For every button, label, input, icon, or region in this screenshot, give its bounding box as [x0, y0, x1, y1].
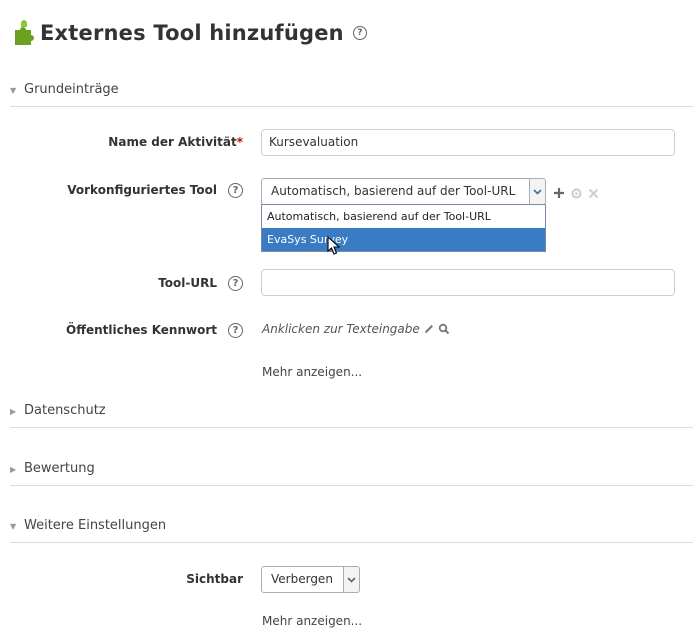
public-key-label: Öffentliches Kennwort — [66, 323, 217, 337]
dropdown-option-evasys[interactable]: EvaSys Survey — [262, 228, 545, 251]
page-header: Externes Tool hinzufügen ? — [12, 18, 367, 48]
section-privacy[interactable]: ▶ Datenschutz — [10, 403, 693, 428]
page-title: Externes Tool hinzufügen — [40, 21, 344, 45]
help-circle-icon[interactable]: ? — [228, 323, 243, 338]
chevron-down-icon[interactable] — [343, 567, 359, 592]
activity-name-input[interactable]: Kursevaluation — [261, 129, 675, 156]
activity-name-value: Kursevaluation — [269, 135, 359, 149]
section-general[interactable]: ▼ Grundeinträge — [10, 82, 693, 107]
section-general-label: Grundeinträge — [24, 82, 119, 97]
required-marker: * — [236, 135, 243, 149]
preconfigured-tool-select[interactable]: Automatisch, basierend auf der Tool-URL — [261, 178, 546, 205]
preconfigured-tool-dropdown[interactable]: Automatisch, basierend auf der Tool-URL … — [261, 204, 546, 252]
help-circle-icon[interactable]: ? — [352, 26, 367, 40]
pencil-icon[interactable] — [423, 323, 435, 335]
preconfigured-tool-selected: Automatisch, basierend auf der Tool-URL — [271, 184, 516, 198]
help-circle-icon[interactable]: ? — [228, 183, 243, 198]
expand-triangle-icon: ▶ — [10, 465, 17, 474]
collapse-triangle-icon: ▼ — [10, 522, 17, 531]
public-key-value: Anklicken zur Texteingabe — [262, 322, 420, 336]
show-more-link[interactable]: Mehr anzeigen... — [262, 614, 362, 628]
section-privacy-label: Datenschutz — [24, 403, 106, 418]
section-more-settings-label: Weitere Einstellungen — [24, 518, 167, 533]
visible-select[interactable]: Verbergen — [261, 566, 360, 593]
tool-url-label: Tool-URL — [158, 276, 217, 290]
show-more-link[interactable]: Mehr anzeigen... — [262, 365, 362, 379]
tool-url-input[interactable] — [261, 269, 675, 296]
expand-triangle-icon: ▶ — [10, 407, 17, 416]
section-grading[interactable]: ▶ Bewertung — [10, 461, 693, 486]
visible-label: Sichtbar — [186, 572, 243, 586]
gear-icon[interactable] — [571, 188, 582, 199]
visible-selected: Verbergen — [271, 572, 333, 586]
magnifier-icon[interactable] — [438, 323, 450, 335]
section-more-settings[interactable]: ▼ Weitere Einstellungen — [10, 518, 693, 543]
puzzle-icon — [15, 20, 34, 45]
chevron-down-icon[interactable] — [529, 179, 545, 204]
public-key-editable[interactable]: Anklicken zur Texteingabe — [262, 322, 450, 336]
activity-name-label: Name der Aktivität* — [108, 135, 243, 149]
mouse-pointer-icon — [327, 236, 341, 255]
help-circle-icon[interactable]: ? — [228, 276, 243, 291]
plus-icon[interactable] — [553, 187, 565, 199]
preconfigured-tool-label: Vorkonfiguriertes Tool — [67, 183, 217, 197]
section-grading-label: Bewertung — [24, 461, 95, 476]
dropdown-option-auto[interactable]: Automatisch, basierend auf der Tool-URL — [262, 205, 545, 228]
close-icon[interactable] — [588, 188, 599, 199]
collapse-triangle-icon: ▼ — [10, 86, 17, 95]
